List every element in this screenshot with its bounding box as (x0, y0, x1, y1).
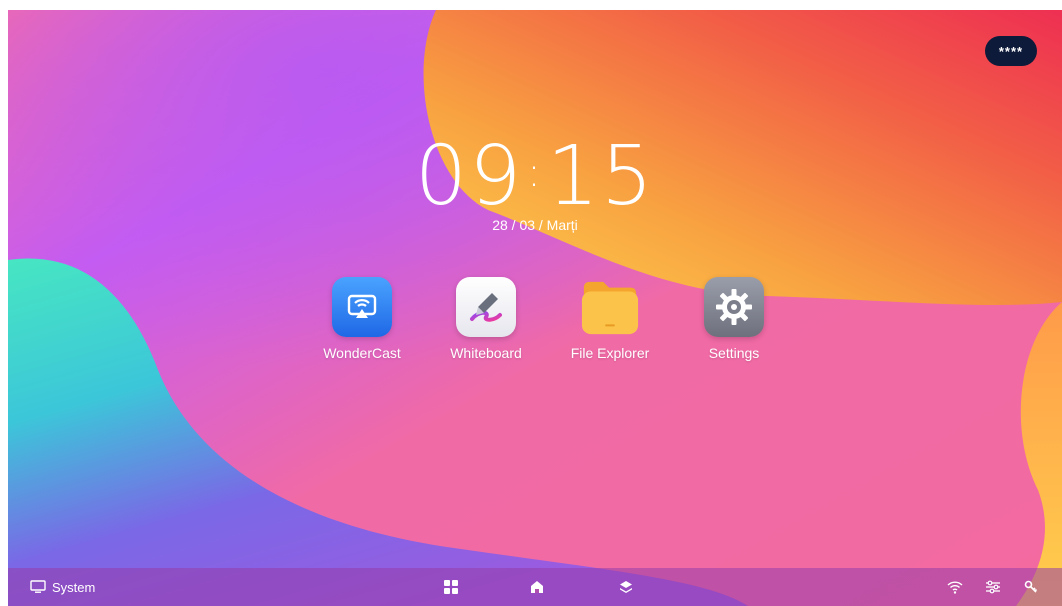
wondercast-icon[interactable] (332, 277, 392, 337)
app-wondercast[interactable]: WonderCast (300, 277, 424, 361)
clock-separator: : (527, 150, 543, 196)
app-label-wondercast: WonderCast (323, 345, 401, 361)
home-icon[interactable] (528, 578, 546, 596)
app-label-settings: Settings (708, 345, 760, 361)
lock-badge[interactable]: **** (985, 36, 1037, 66)
folder-icon[interactable] (580, 277, 640, 337)
app-shortcuts: WonderCast Whiteboard File Explorer Sett… (300, 277, 796, 361)
home-screen: **** 09:15 28 / 03 / Marți WonderCast W… (8, 10, 1062, 606)
app-whiteboard[interactable]: Whiteboard (424, 277, 548, 361)
system-label: System (52, 579, 96, 595)
clock-hours: 09 (414, 129, 524, 224)
date-label: 28 / 03 / Marți (492, 217, 578, 233)
clock-minutes: 15 (546, 129, 656, 224)
wifi-icon[interactable] (946, 578, 964, 596)
sliders-icon[interactable] (984, 578, 1002, 596)
key-icon[interactable] (1022, 578, 1040, 596)
apps-grid-icon[interactable] (442, 578, 460, 596)
app-settings[interactable]: Settings (672, 277, 796, 361)
app-file-explorer[interactable]: File Explorer (548, 277, 672, 361)
whiteboard-icon[interactable] (456, 277, 516, 337)
app-label-file-explorer: File Explorer (570, 345, 650, 361)
gear-icon[interactable] (704, 277, 764, 337)
layers-icon[interactable] (617, 578, 635, 596)
system-button[interactable]: System (30, 580, 95, 595)
app-label-whiteboard: Whiteboard (450, 345, 522, 361)
monitor-icon (30, 580, 46, 593)
clock: 09:15 (8, 132, 1062, 218)
taskbar: System (8, 568, 1062, 606)
